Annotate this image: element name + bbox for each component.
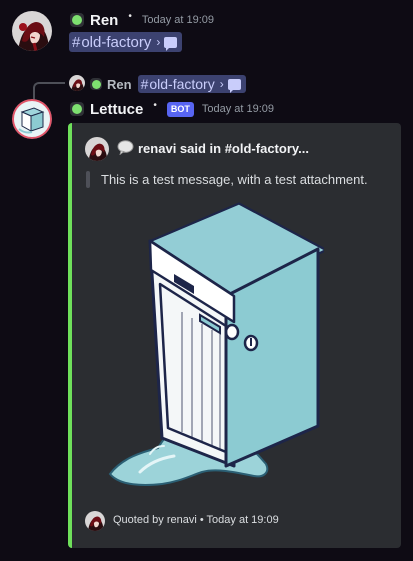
- reply-author[interactable]: Ren: [107, 77, 132, 92]
- reply-channel-mention[interactable]: # old-factory ›: [137, 75, 246, 93]
- message-timestamp: Today at 19:09: [141, 14, 215, 26]
- hash-icon: #: [140, 76, 149, 92]
- embed-description: This is a test message, with a test atta…: [101, 172, 368, 187]
- chevron-right-icon: ›: [219, 77, 224, 91]
- sprout-icon: •: [128, 10, 132, 22]
- author-name[interactable]: Ren: [90, 12, 118, 29]
- reply-avatar[interactable]: [69, 75, 85, 91]
- online-status-icon: [70, 102, 84, 116]
- channel-name: old-factory: [81, 33, 152, 51]
- thread-chat-icon: [164, 36, 178, 51]
- message1-content: # old-factory ›: [69, 32, 183, 52]
- speech-bubble-icon: [117, 140, 134, 155]
- embed-image[interactable]: [104, 202, 324, 492]
- avatar-ren[interactable]: [12, 11, 52, 51]
- message-timestamp: Today at 19:09: [201, 103, 275, 115]
- channel-name: old-factory: [149, 76, 215, 92]
- hash-icon: #: [72, 33, 81, 51]
- embed-accent-bar: [68, 123, 72, 548]
- chevron-right-icon: ›: [156, 35, 161, 49]
- reply-preview[interactable]: Ren # old-factory ›: [90, 75, 246, 93]
- online-status-icon: [70, 13, 84, 27]
- bot-tag: BOT: [166, 101, 194, 117]
- thread-chat-icon: [227, 78, 241, 93]
- embed-author-name[interactable]: renavi said in #old-factory...: [138, 141, 309, 156]
- embed-author-avatar[interactable]: [85, 137, 109, 161]
- message1-header: Ren • Today at 19:09: [70, 11, 214, 29]
- channel-mention[interactable]: # old-factory ›: [69, 32, 183, 52]
- sprout-icon: •: [153, 99, 157, 111]
- footer-avatar: [85, 511, 105, 531]
- quote-line: [86, 171, 90, 188]
- online-status-icon: [90, 78, 102, 90]
- embed-footer: Quoted by renavi • Today at 19:09: [113, 514, 279, 526]
- message2-header: Lettuce • BOT Today at 19:09: [70, 100, 274, 118]
- author-name[interactable]: Lettuce: [90, 101, 143, 118]
- reply-spine: [33, 82, 65, 100]
- avatar-lettuce[interactable]: [12, 99, 52, 139]
